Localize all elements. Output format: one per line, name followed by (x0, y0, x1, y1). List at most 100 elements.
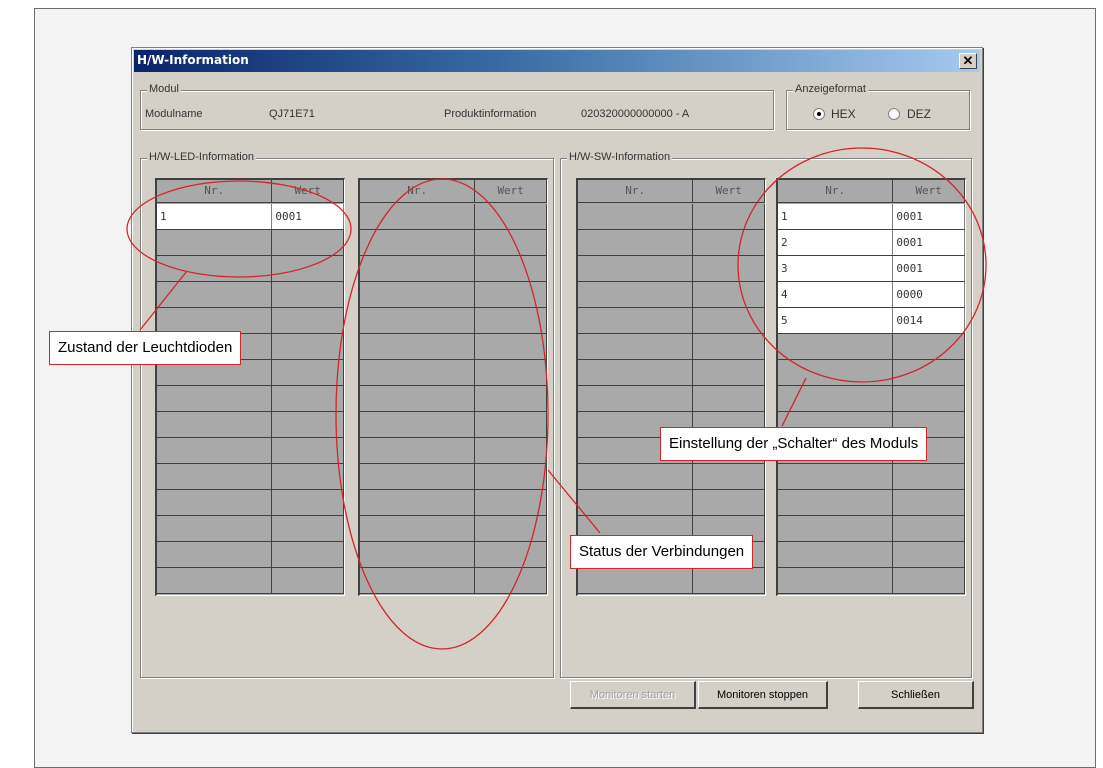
table-row[interactable] (157, 542, 344, 568)
cell-wert[interactable] (272, 542, 344, 567)
table-row[interactable] (778, 334, 965, 360)
table-row[interactable]: 4 0000 (778, 282, 965, 308)
table-row[interactable] (778, 464, 965, 490)
table-row[interactable]: 5 0014 (778, 308, 965, 334)
table-row[interactable] (157, 568, 344, 594)
cell-nr[interactable] (360, 542, 476, 567)
table-row[interactable] (578, 308, 765, 334)
column-header-wert[interactable]: Wert (693, 180, 765, 202)
cell-nr[interactable] (578, 360, 694, 385)
cell-wert[interactable] (272, 256, 344, 281)
cell-wert[interactable] (475, 464, 547, 489)
cell-wert[interactable] (272, 464, 344, 489)
cell-wert[interactable] (475, 386, 547, 411)
table-row[interactable] (157, 386, 344, 412)
table-row[interactable] (360, 230, 547, 256)
cell-nr[interactable] (360, 308, 476, 333)
cell-nr[interactable] (578, 334, 694, 359)
cell-nr[interactable] (578, 308, 694, 333)
cell-wert[interactable] (475, 256, 547, 281)
schliessen-button[interactable]: Schließen (858, 681, 974, 709)
cell-wert[interactable] (693, 464, 765, 489)
cell-nr[interactable] (778, 360, 894, 385)
cell-nr[interactable]: 3 (778, 256, 894, 281)
table-row[interactable] (360, 464, 547, 490)
sw-table-1[interactable]: Nr. Wert (576, 178, 766, 596)
table-row[interactable] (360, 386, 547, 412)
cell-nr[interactable] (360, 282, 476, 307)
monitor-start-button[interactable]: Monitoren starten (570, 681, 696, 709)
cell-wert[interactable] (475, 438, 547, 463)
column-header-nr[interactable]: Nr. (778, 180, 894, 202)
table-row[interactable] (578, 256, 765, 282)
cell-nr[interactable] (360, 386, 476, 411)
table-row[interactable] (578, 464, 765, 490)
table-row[interactable] (157, 516, 344, 542)
cell-wert[interactable] (693, 386, 765, 411)
cell-wert[interactable]: 0001 (272, 204, 344, 229)
cell-nr[interactable] (157, 464, 273, 489)
column-header-wert[interactable]: Wert (272, 180, 344, 202)
table-row[interactable] (578, 334, 765, 360)
cell-wert[interactable] (475, 360, 547, 385)
cell-wert[interactable] (272, 360, 344, 385)
table-row[interactable] (360, 282, 547, 308)
table-row[interactable] (157, 490, 344, 516)
cell-wert[interactable] (693, 282, 765, 307)
cell-nr[interactable] (157, 282, 273, 307)
cell-nr[interactable] (778, 490, 894, 515)
cell-wert[interactable] (272, 230, 344, 255)
cell-wert[interactable]: 0000 (893, 282, 965, 307)
table-row[interactable] (360, 412, 547, 438)
cell-nr[interactable] (360, 516, 476, 541)
cell-nr[interactable] (360, 412, 476, 437)
cell-nr[interactable] (778, 516, 894, 541)
cell-wert[interactable] (272, 412, 344, 437)
cell-wert[interactable]: 0001 (893, 204, 965, 229)
cell-wert[interactable] (272, 490, 344, 515)
cell-wert[interactable] (693, 334, 765, 359)
cell-nr[interactable] (360, 490, 476, 515)
table-row[interactable] (778, 386, 965, 412)
monitor-stop-button[interactable]: Monitoren stoppen (698, 681, 828, 709)
cell-wert[interactable] (893, 568, 965, 593)
table-row[interactable] (578, 282, 765, 308)
table-row[interactable] (578, 360, 765, 386)
cell-wert[interactable] (893, 386, 965, 411)
cell-nr[interactable] (578, 256, 694, 281)
cell-nr[interactable] (778, 464, 894, 489)
table-row[interactable] (778, 490, 965, 516)
cell-nr[interactable] (157, 438, 273, 463)
cell-nr[interactable]: 1 (157, 204, 273, 229)
cell-nr[interactable] (360, 568, 476, 593)
cell-nr[interactable] (778, 568, 894, 593)
table-row[interactable] (778, 542, 965, 568)
table-row[interactable] (360, 360, 547, 386)
cell-nr[interactable] (157, 256, 273, 281)
cell-nr[interactable] (778, 334, 894, 359)
cell-nr[interactable]: 4 (778, 282, 894, 307)
cell-nr[interactable] (578, 464, 694, 489)
cell-wert[interactable] (475, 308, 547, 333)
table-row[interactable] (360, 438, 547, 464)
cell-wert[interactable] (475, 334, 547, 359)
table-row[interactable] (578, 490, 765, 516)
cell-wert[interactable] (475, 490, 547, 515)
table-row[interactable] (578, 568, 765, 594)
cell-wert[interactable] (272, 516, 344, 541)
column-header-nr[interactable]: Nr. (360, 180, 476, 202)
cell-nr[interactable] (157, 568, 273, 593)
table-row[interactable] (578, 204, 765, 230)
cell-nr[interactable] (157, 490, 273, 515)
cell-nr[interactable] (360, 230, 476, 255)
dez-radio-label[interactable]: DEZ (907, 107, 931, 121)
cell-wert[interactable] (893, 490, 965, 515)
cell-nr[interactable]: 1 (778, 204, 894, 229)
table-row[interactable]: 1 0001 (157, 204, 344, 230)
cell-nr[interactable]: 2 (778, 230, 894, 255)
table-row[interactable]: 1 0001 (778, 204, 965, 230)
cell-wert[interactable]: 0001 (893, 230, 965, 255)
column-header-nr[interactable]: Nr. (157, 180, 273, 202)
cell-nr[interactable] (360, 334, 476, 359)
table-row[interactable] (157, 438, 344, 464)
